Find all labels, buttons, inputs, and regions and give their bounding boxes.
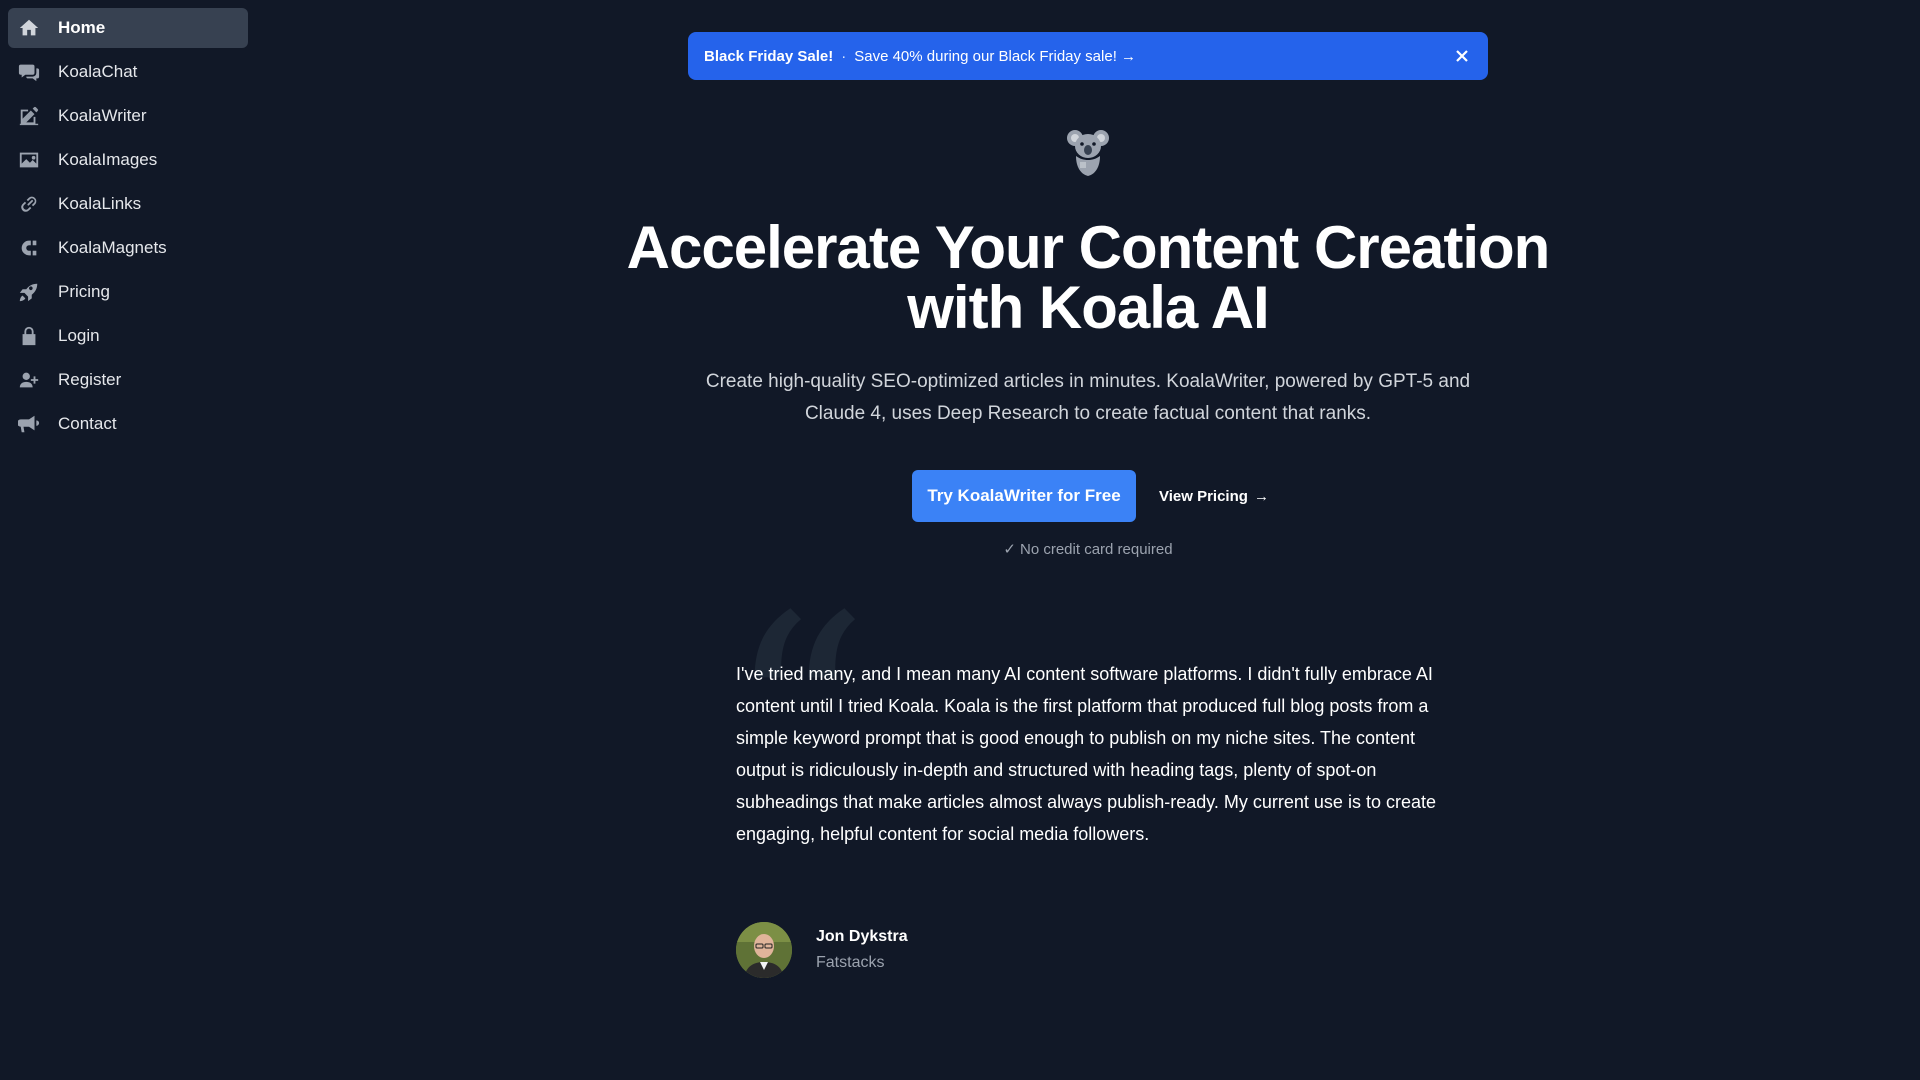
rocket-icon bbox=[18, 281, 40, 303]
no-credit-card-text: No credit card required bbox=[1020, 541, 1173, 558]
sidebar-item-label: Login bbox=[58, 326, 100, 345]
home-icon bbox=[18, 17, 40, 39]
promo-banner[interactable]: Black Friday Sale! · Save 40% during our… bbox=[688, 32, 1488, 80]
sidebar-item-label: Home bbox=[58, 18, 106, 37]
close-icon[interactable] bbox=[1450, 44, 1474, 68]
sidebar-item-home[interactable]: Home bbox=[8, 8, 248, 48]
avatar bbox=[736, 922, 792, 978]
view-pricing-link[interactable]: View Pricing → bbox=[1159, 470, 1269, 522]
hero-title-line2: with Koala AI bbox=[907, 274, 1269, 341]
sidebar-item-label: Pricing bbox=[58, 282, 110, 301]
sidebar-item-koalamagnets[interactable]: KoalaMagnets bbox=[8, 228, 248, 268]
lock-icon bbox=[18, 325, 40, 347]
magnet-icon bbox=[18, 237, 40, 259]
sidebar-item-pricing[interactable]: Pricing bbox=[8, 272, 248, 312]
testimonial-author: Jon Dykstra Fatstacks bbox=[736, 922, 908, 978]
image-icon bbox=[18, 149, 40, 171]
banner-title: Black Friday Sale! bbox=[704, 47, 834, 65]
sidebar-item-koalalinks[interactable]: KoalaLinks bbox=[8, 184, 248, 224]
megaphone-icon bbox=[18, 413, 40, 435]
author-info: Jon Dykstra Fatstacks bbox=[816, 928, 908, 972]
author-company: Fatstacks bbox=[816, 954, 885, 971]
sidebar-item-label: KoalaWriter bbox=[58, 106, 147, 125]
sidebar-item-label: KoalaImages bbox=[58, 150, 158, 169]
main-content: Black Friday Sale! · Save 40% during our… bbox=[256, 0, 1920, 1080]
banner-link[interactable]: Save 40% during our Black Friday sale! → bbox=[854, 48, 1136, 65]
sidebar-nav: Home KoalaChat KoalaWriter KoalaImages K… bbox=[0, 0, 256, 1080]
testimonial-quote: I've tried many, and I mean many AI cont… bbox=[736, 664, 1436, 844]
sidebar-item-login[interactable]: Login bbox=[8, 316, 248, 356]
sidebar-item-register[interactable]: Register bbox=[8, 360, 248, 400]
sidebar-item-koalawriter[interactable]: KoalaWriter bbox=[8, 96, 248, 136]
hero-title-line1: Accelerate Your Content Creation bbox=[626, 214, 1551, 281]
check-icon: ✓ bbox=[1003, 541, 1016, 558]
pencil-icon bbox=[18, 105, 40, 127]
user-plus-icon bbox=[18, 369, 40, 391]
sidebar-item-koalaimages[interactable]: KoalaImages bbox=[8, 140, 248, 180]
view-pricing-label: View Pricing bbox=[1159, 487, 1248, 505]
chat-icon bbox=[18, 61, 40, 83]
sidebar-item-koalachat[interactable]: KoalaChat bbox=[8, 52, 248, 92]
sidebar-item-label: KoalaChat bbox=[58, 62, 138, 81]
sidebar-item-label: Register bbox=[58, 370, 122, 389]
banner-separator: · bbox=[841, 47, 847, 65]
sidebar-item-label: KoalaLinks bbox=[58, 194, 142, 213]
author-name: Jon Dykstra bbox=[816, 928, 908, 945]
sidebar-item-contact[interactable]: Contact bbox=[8, 404, 248, 444]
try-koalawriter-button[interactable]: Try KoalaWriter for Free bbox=[912, 470, 1136, 522]
sidebar-item-label: KoalaMagnets bbox=[58, 238, 167, 257]
sidebar-item-label: Contact bbox=[58, 414, 117, 433]
arrow-right-icon: → bbox=[1253, 487, 1269, 505]
no-credit-card-note: ✓ No credit card required bbox=[888, 540, 1288, 558]
hero-title: Accelerate Your Content Creation with Ko… bbox=[488, 218, 1688, 338]
hero-subtitle: Create high-quality SEO-optimized articl… bbox=[705, 371, 1471, 424]
link-icon bbox=[18, 193, 40, 215]
koala-logo bbox=[1064, 126, 1112, 178]
